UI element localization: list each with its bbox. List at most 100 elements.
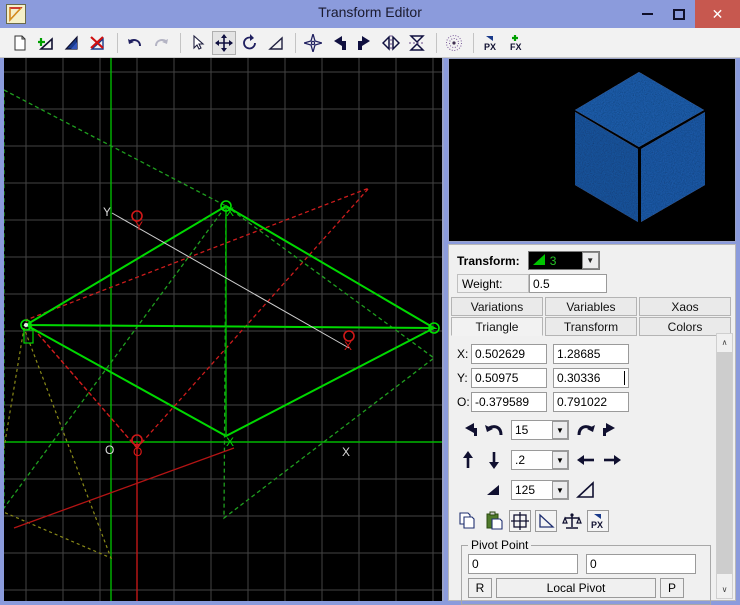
o-label: O: [457,395,470,409]
flame-render-preview [448,58,736,242]
tab-xaos[interactable]: Xaos [639,297,731,316]
paste-triangle-icon[interactable] [483,510,505,532]
final-transform-icon[interactable]: FX [505,31,529,55]
rotate-controls-row: 15 ▼ [457,416,735,444]
rotate-step-select[interactable]: 15 ▼ [511,420,569,440]
scroll-down-button[interactable]: ∨ [717,581,732,598]
x1-input[interactable]: 0.502629 [471,344,547,364]
panel-scrollbar[interactable]: ∧ ∨ [716,333,733,599]
weight-input[interactable]: 0.5 [529,274,607,293]
rotate-right-step-icon[interactable] [575,419,597,441]
pivot-buttons: R Local Pivot P [468,578,704,598]
delete-transform-icon[interactable] [86,31,110,55]
tab-row-bottom: Triangle Transform Colors [449,317,735,336]
pivot-mode-button[interactable]: Local Pivot [496,578,656,598]
redo-icon[interactable] [149,31,173,55]
copy-triangle-icon[interactable] [457,510,479,532]
close-button[interactable]: ✕ [695,0,740,28]
triangle-editor-canvas[interactable]: Y Y X X X X O O [4,58,444,601]
move-controls-row: .2 ▼ [457,446,735,474]
chevron-down-icon[interactable]: ▼ [581,252,599,269]
select-tool-icon[interactable] [186,31,210,55]
x2-input[interactable]: 1.28685 [553,344,629,364]
flip-horizontal-icon[interactable] [379,31,403,55]
new-transform-icon[interactable] [8,31,32,55]
chevron-down-icon[interactable]: ▼ [552,451,568,469]
move-tool-icon[interactable] [212,30,236,55]
svg-text:X: X [226,435,234,449]
coord-row-x: X: 0.502629 1.28685 [457,344,735,364]
shrink-triangle-icon[interactable] [483,479,505,501]
scroll-up-button[interactable]: ∧ [717,334,732,351]
main-toolbar: PX FX [0,28,740,58]
o1-input[interactable]: -0.379589 [471,392,547,412]
toolbar-separator [436,32,437,53]
rotate-left-90-icon[interactable] [457,419,479,441]
scale-step-value: 125 [515,483,536,497]
pivot-fields: 0 0 [468,554,704,574]
app-icon [6,4,26,24]
duplicate-transform-icon[interactable] [60,31,84,55]
svg-text:X: X [342,445,350,459]
pivot-reset-button[interactable]: R [468,578,492,598]
chevron-down-icon[interactable]: ▼ [552,421,568,439]
maximize-button[interactable] [663,0,695,28]
svg-text:Y: Y [103,205,111,219]
pivot-y-input[interactable]: 0 [586,554,696,574]
window-controls: ✕ [631,0,740,28]
o2-input[interactable]: 0.791022 [553,392,629,412]
title-bar: Transform Editor ✕ [0,0,740,28]
transform-label: Transform: [457,253,520,268]
grow-triangle-icon[interactable] [575,479,597,501]
rotate-right-90-icon[interactable] [601,419,623,441]
show-guides-icon[interactable] [442,31,466,55]
toolbar-separator [117,32,118,53]
scale-tool-icon[interactable] [264,31,288,55]
rotate-left-step-icon[interactable] [483,419,505,441]
center-origin-icon[interactable] [301,31,325,55]
reset-shape-icon[interactable] [535,510,557,532]
rotate-left-icon[interactable] [327,31,351,55]
transform-properties-panel: Transform: 3 ▼ Weight: 0.5 Variations Va… [448,244,736,605]
reset-triangle-icon[interactable] [509,510,531,532]
pivot-pick-button[interactable]: P [660,578,684,598]
tab-transform[interactable]: Transform [545,317,637,336]
post-transform-icon[interactable]: PX [479,31,503,55]
weight-label: Weight: [457,274,529,293]
text-caret [624,371,625,385]
post-triangle-icon[interactable]: PX [587,510,609,532]
pivot-point-legend: Pivot Point [471,538,529,552]
rotate-step-value: 15 [515,423,529,437]
svg-text:FX: FX [510,42,522,52]
chevron-down-icon[interactable]: ▼ [552,481,568,499]
toolbar-separator [180,32,181,53]
undo-icon[interactable] [123,31,147,55]
coord-row-y: Y: 0.50975 0.30336 [457,368,735,388]
scrollbar-thumb[interactable] [717,352,732,574]
scale-step-select[interactable]: 125 ▼ [511,480,569,500]
move-down-icon[interactable] [483,449,505,471]
scale-controls-row: 125 ▼ [457,476,735,504]
tab-row-top: Variations Variables Xaos [449,297,735,316]
svg-text:PX: PX [591,520,603,530]
move-up-icon[interactable] [457,449,479,471]
pivot-x-input[interactable]: 0 [468,554,578,574]
transform-selector-row: Transform: 3 ▼ [449,245,735,272]
rotate-right-icon[interactable] [353,31,377,55]
balance-icon[interactable] [561,510,583,532]
svg-text:X: X [344,339,352,353]
flip-vertical-icon[interactable] [405,31,429,55]
tab-variations[interactable]: Variations [451,297,543,316]
minimize-button[interactable] [631,0,663,28]
transform-select[interactable]: 3 ▼ [527,251,600,270]
add-transform-icon[interactable] [34,31,58,55]
rotate-tool-icon[interactable] [238,31,262,55]
move-left-icon[interactable] [575,449,597,471]
y1-input[interactable]: 0.50975 [471,368,547,388]
move-step-select[interactable]: .2 ▼ [511,450,569,470]
pivot-point-group: Pivot Point 0 0 R Local Pivot P [461,538,711,605]
y2-input[interactable]: 0.30336 [553,368,629,388]
move-right-icon[interactable] [601,449,623,471]
tab-triangle[interactable]: Triangle [451,317,543,336]
tab-variables[interactable]: Variables [545,297,637,316]
